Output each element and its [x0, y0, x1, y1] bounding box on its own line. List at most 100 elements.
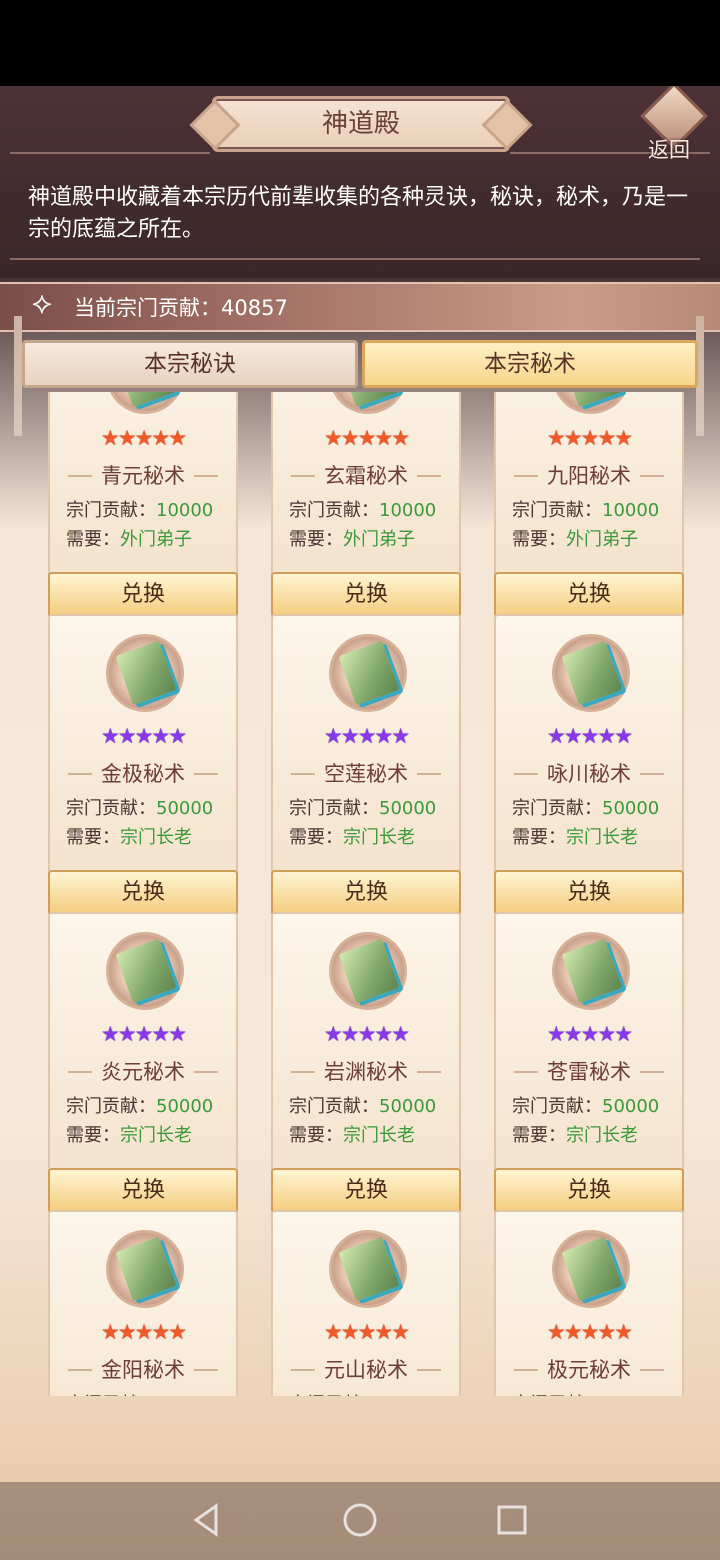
redeem-button[interactable]: 兑换 — [271, 870, 461, 916]
name-ornament-right — [640, 1369, 664, 1371]
secret-book-icon — [561, 938, 623, 1004]
item-stars: ★★★★★ — [546, 1022, 633, 1046]
item-medal — [552, 1230, 630, 1308]
crane-icon: ⟡ — [32, 286, 52, 321]
redeem-button[interactable]: 兑换 — [494, 870, 684, 916]
cost-value: 50000 — [156, 1096, 214, 1117]
item-card: ★★★★★ 空莲秘术 宗门贡献：50000 需要：宗门长老 — [271, 614, 461, 886]
item-stars: ★★★★★ — [323, 1320, 410, 1344]
item-requirement: 需要：宗门长老 — [512, 1121, 638, 1147]
description-divider — [10, 258, 700, 260]
item-cost: 宗门贡献：50000 — [66, 794, 213, 820]
item-medal — [329, 932, 407, 1010]
item-requirement: 需要：宗门长老 — [66, 1121, 192, 1147]
name-ornament-right — [194, 475, 218, 477]
item-requirement: 需要：外门弟子 — [512, 525, 638, 551]
system-nav-bar — [0, 1482, 720, 1560]
secret-book-icon — [115, 640, 177, 706]
nav-back-icon[interactable] — [186, 1500, 226, 1540]
require-label: 需要： — [512, 827, 566, 848]
cost-label: 宗门贡献： — [66, 1096, 156, 1117]
item-medal — [552, 634, 630, 712]
tab-secret-formula[interactable]: 本宗秘诀 — [22, 340, 358, 388]
item-card: ★★★★★ 咏川秘术 宗门贡献：50000 需要：宗门长老 — [494, 614, 684, 886]
require-value: 宗门长老 — [120, 1125, 192, 1146]
require-label: 需要： — [512, 529, 566, 550]
require-label: 需要： — [66, 1125, 120, 1146]
require-value: 宗门长老 — [343, 827, 415, 848]
cost-label: 宗门贡献： — [289, 500, 379, 521]
description-text: 神道殿中收藏着本宗历代前辈收集的各种灵诀，秘诀，秘术，乃是一宗的底蕴之所在。 — [28, 185, 689, 242]
back-button[interactable]: 返回 — [638, 86, 708, 162]
name-ornament-right — [417, 773, 441, 775]
item-cost: 宗门贡献：10000 — [512, 496, 659, 522]
item-stars: ★★★★★ — [546, 1320, 633, 1344]
item-requirement: 需要：宗门长老 — [289, 823, 415, 849]
require-label: 需要： — [289, 529, 343, 550]
redeem-button[interactable]: 兑换 — [48, 870, 238, 916]
item-requirement: 需要：外门弟子 — [289, 525, 415, 551]
item-cost: 宗门贡献：10000 — [289, 496, 436, 522]
redeem-button[interactable]: 兑换 — [48, 1168, 238, 1214]
cost-label: 宗门贡献： — [289, 1096, 379, 1117]
item-cost: 宗门贡献：10000 — [66, 496, 213, 522]
name-ornament-right — [417, 1369, 441, 1371]
item-medal — [329, 634, 407, 712]
require-value: 外门弟子 — [120, 529, 192, 550]
cost-value: 50000 — [379, 1096, 437, 1117]
cost-value: 50000 — [379, 798, 437, 819]
require-label: 需要： — [512, 1125, 566, 1146]
cost-value: 50000 — [602, 1096, 660, 1117]
cost-value: 10000 — [156, 500, 214, 521]
cost-value: 50000 — [156, 798, 214, 819]
redeem-button[interactable]: 兑换 — [271, 572, 461, 618]
name-ornament-right — [640, 475, 664, 477]
secret-book-icon — [561, 1236, 623, 1302]
secret-book-icon — [338, 1236, 400, 1302]
back-label: 返回 — [648, 138, 690, 162]
name-ornament-right — [194, 1369, 218, 1371]
name-ornament-right — [417, 1071, 441, 1073]
cost-value: 50000 — [602, 798, 660, 819]
item-cost: 宗门贡献：50000 — [289, 794, 436, 820]
name-ornament-right — [194, 773, 218, 775]
tab-secret-art[interactable]: 本宗秘术 — [362, 340, 698, 388]
require-value: 宗门长老 — [566, 1125, 638, 1146]
item-requirement: 需要：外门弟子 — [66, 525, 192, 551]
item-stars: ★★★★★ — [323, 1022, 410, 1046]
item-requirement: 需要：宗门长老 — [512, 823, 638, 849]
redeem-button[interactable]: 兑换 — [494, 572, 684, 618]
contribution-readout: 当前宗门贡献：40857 — [74, 292, 288, 322]
contribution-label: 当前宗门贡献： — [74, 296, 221, 320]
item-stars: ★★★★★ — [100, 1022, 187, 1046]
item-medal — [552, 932, 630, 1010]
item-stars: ★★★★★ — [100, 1320, 187, 1344]
contribution-value: 40857 — [221, 296, 288, 320]
item-stars: ★★★★★ — [323, 724, 410, 748]
item-stars: ★★★★★ — [546, 426, 633, 450]
cost-label: 宗门贡献： — [66, 798, 156, 819]
secret-book-icon — [561, 640, 623, 706]
item-stars: ★★★★★ — [323, 426, 410, 450]
cost-label: 宗门贡献： — [512, 500, 602, 521]
redeem-button[interactable]: 兑换 — [494, 1168, 684, 1214]
name-ornament-right — [640, 773, 664, 775]
item-stars: ★★★★★ — [100, 426, 187, 450]
name-ornament-right — [417, 475, 441, 477]
redeem-button[interactable]: 兑换 — [271, 1168, 461, 1214]
tab-bar: 本宗秘诀 本宗秘术 — [22, 340, 698, 388]
require-label: 需要： — [289, 1125, 343, 1146]
title-ornament-left — [10, 152, 210, 154]
nav-home-icon[interactable] — [340, 1500, 380, 1540]
secret-book-icon — [338, 938, 400, 1004]
item-medal — [106, 634, 184, 712]
cost-label: 宗门贡献： — [512, 1096, 602, 1117]
nav-recent-icon[interactable] — [492, 1500, 532, 1540]
redeem-button[interactable]: 兑换 — [48, 572, 238, 618]
item-medal — [106, 1230, 184, 1308]
item-card: ★★★★★ 炎元秘术 宗门贡献：50000 需要：宗门长老 — [48, 912, 238, 1184]
secret-book-icon — [115, 938, 177, 1004]
item-cost: 宗门贡献：50000 — [66, 1092, 213, 1118]
cost-value: 10000 — [602, 500, 660, 521]
item-card: ★★★★★ 苍雷秘术 宗门贡献：50000 需要：宗门长老 — [494, 912, 684, 1184]
